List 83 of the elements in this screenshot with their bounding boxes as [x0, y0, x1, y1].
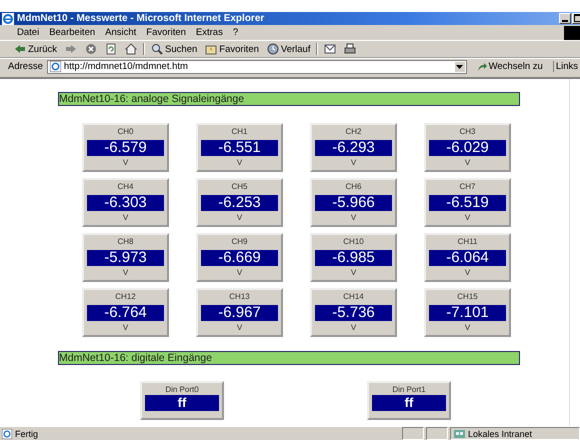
channel-value: -6.551 [201, 140, 278, 156]
unit-label: V [464, 213, 470, 223]
unit-label: V [236, 213, 242, 223]
unit-label: V [350, 213, 356, 223]
home-icon[interactable] [123, 43, 140, 55]
unit-label: V [122, 268, 128, 278]
back-arrow-icon [14, 43, 26, 55]
channel-label: CH6 [345, 182, 362, 192]
channel-value: -6.029 [429, 140, 506, 156]
window-title: MdmNet10 - Messwerte - Microsoft Internet Explorer [17, 13, 266, 24]
unit-label: V [236, 158, 242, 168]
toolbar-button[interactable]: Favoriten [203, 43, 261, 55]
channel-value: -7.101 [429, 304, 506, 320]
channel-value: -6.669 [201, 250, 278, 266]
channel-label: CH11 [458, 237, 478, 247]
channel-label: CH8 [117, 237, 134, 247]
menu-item[interactable]: Extras [190, 27, 228, 38]
channel-label: CH1 [231, 127, 248, 137]
unit-label: V [122, 213, 128, 223]
section-header: MdmNet10-16: digitale Eingänge [58, 351, 520, 365]
menu-item[interactable]: Bearbeiten [44, 27, 100, 38]
unit-label: V [350, 158, 356, 168]
unit-label: V [350, 323, 356, 333]
port-value: ff [372, 395, 446, 411]
channel-value: -6.303 [87, 194, 164, 210]
unit-label: V [350, 268, 356, 278]
channel-value: -5.736 [315, 304, 392, 320]
channel-label: CH13 [229, 292, 250, 302]
clock-icon [266, 43, 279, 55]
channel-value: -6.967 [201, 304, 278, 320]
unit-label: V [464, 323, 470, 333]
channel-label: CH12 [115, 292, 136, 302]
channel-label: CH15 [457, 292, 478, 302]
links-button[interactable]: Links [552, 61, 580, 72]
minimize-icon[interactable] [559, 13, 571, 24]
channel-label: CH9 [231, 237, 248, 247]
channel-value: -5.973 [87, 250, 164, 266]
channel-label: CH3 [459, 127, 476, 137]
zone-indicator: Lokales Intranet [450, 427, 580, 440]
address-label: Adresse [8, 61, 43, 72]
page-icon [50, 61, 61, 72]
menu-item[interactable]: Datei [12, 27, 44, 38]
toolbar-button[interactable]: Suchen [149, 43, 200, 55]
channel-value: -6.519 [429, 194, 506, 210]
status-text: Fertig [0, 428, 400, 438]
channel-label: CH2 [345, 127, 362, 137]
arrow-icon [476, 62, 487, 72]
channel-value: -6.764 [87, 304, 164, 320]
page-icon [2, 428, 12, 438]
address-field[interactable]: http://mdmnet10/mdmnet.htm [46, 60, 467, 74]
channel-value: -6.579 [87, 140, 164, 156]
search-icon [151, 43, 164, 55]
browser-icon [2, 12, 14, 24]
menu-item[interactable]: Favoriten [141, 27, 191, 38]
unit-label: V [122, 323, 128, 333]
channel-label: CH0 [117, 127, 134, 137]
unit-label: V [464, 268, 470, 278]
unit-label: V [236, 268, 242, 278]
go-button[interactable]: Wechseln zu [470, 61, 549, 72]
port-label: Din Port0 [165, 385, 199, 395]
channel-value: -6.064 [429, 250, 506, 266]
channel-label: CH4 [117, 182, 134, 192]
envelope-icon[interactable] [322, 43, 338, 55]
port-value: ff [145, 395, 219, 411]
channel-value: -6.293 [315, 140, 392, 156]
menu-item[interactable]: Ansicht [100, 27, 142, 38]
channel-value: -6.253 [201, 194, 278, 210]
section-header: MdmNet10-16: analoge Signaleingänge [58, 92, 520, 106]
menu-item[interactable]: ? [228, 27, 244, 38]
print-icon[interactable] [342, 43, 358, 55]
toolbar-button[interactable]: Verlauf [264, 43, 312, 55]
unit-label: V [464, 158, 470, 168]
channel-label: CH7 [459, 182, 476, 192]
channel-label: CH5 [231, 182, 248, 192]
dropdown-arrow-icon[interactable] [454, 62, 465, 72]
channel-value: -5.966 [315, 194, 392, 210]
unit-label: V [122, 158, 128, 168]
port-label: Din Port1 [392, 385, 426, 395]
channel-value: -6.985 [315, 250, 392, 266]
channel-label: CH10 [343, 237, 364, 247]
unit-label: V [236, 323, 242, 333]
channel-label: CH14 [343, 292, 364, 302]
toolbar-button[interactable]: Zurück [12, 43, 60, 55]
